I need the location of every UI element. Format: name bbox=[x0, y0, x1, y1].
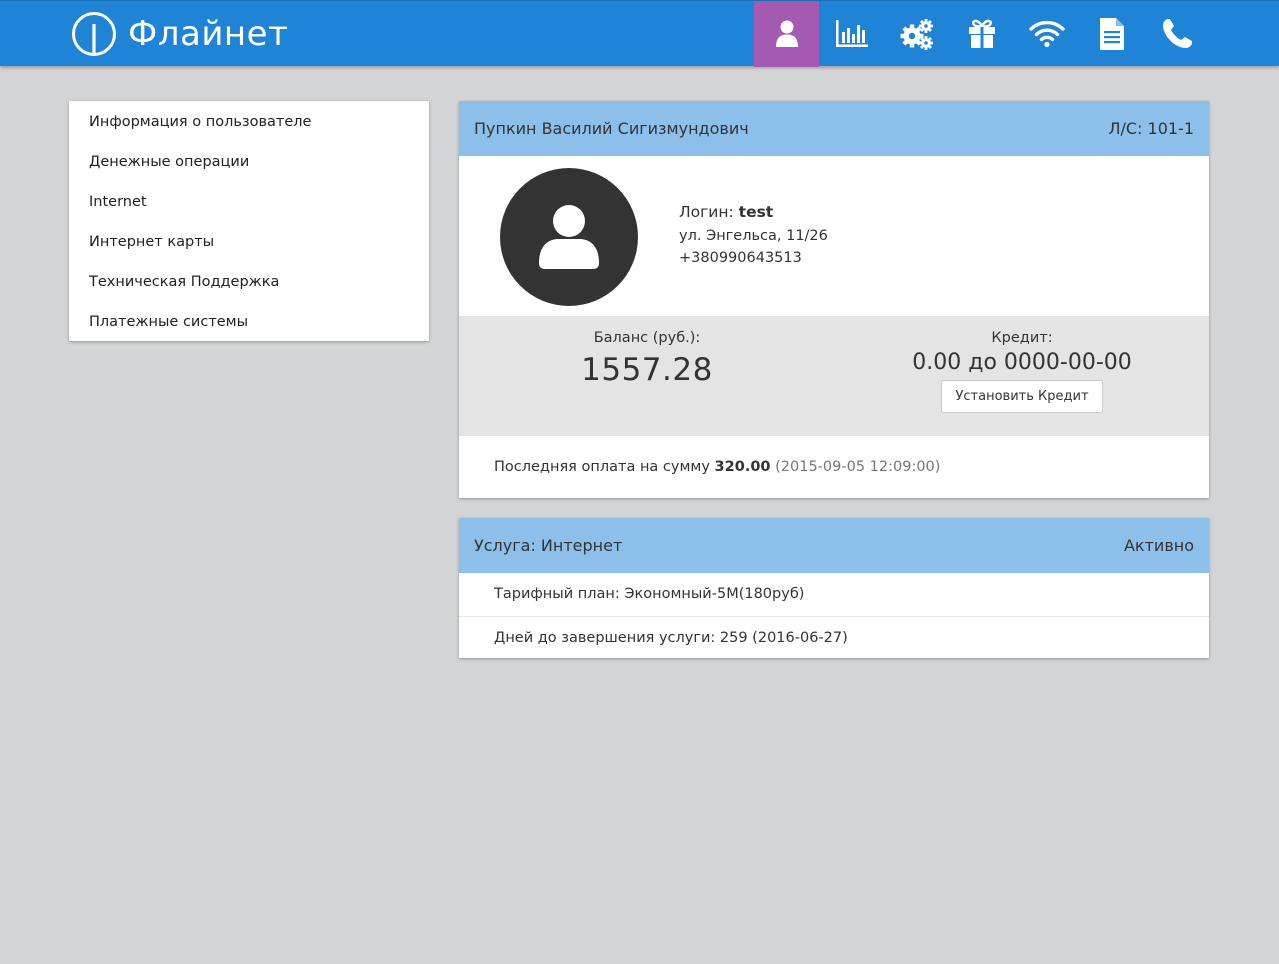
credit-value: 0.00 до 0000-00-00 bbox=[912, 350, 1132, 375]
nav-bonus-button[interactable] bbox=[949, 1, 1014, 67]
login-value: test bbox=[738, 203, 774, 221]
sidebar-item-internet[interactable]: Internet bbox=[69, 183, 429, 223]
brand-name: Флайнет bbox=[128, 14, 289, 54]
set-credit-button[interactable]: Установить Кредит bbox=[941, 380, 1103, 413]
user-card-header: Пупкин Василий Сигизмундович Л/С: 101-1 bbox=[459, 101, 1209, 156]
brand-logo-link[interactable]: Флайнет bbox=[70, 10, 288, 58]
user-full-name: Пупкин Василий Сигизмундович bbox=[474, 119, 749, 138]
nav-contacts-button[interactable] bbox=[1144, 1, 1209, 67]
document-icon bbox=[1099, 18, 1124, 50]
profile-details: Логин: test ул. Энгельса, 11/26 +3809906… bbox=[679, 203, 828, 269]
sidebar-item-payment-systems[interactable]: Платежные системы bbox=[69, 303, 429, 343]
login-label: Логин: bbox=[679, 203, 734, 221]
power-logo-icon bbox=[72, 12, 116, 56]
last-payment-prefix: Последняя оплата на сумму bbox=[494, 459, 710, 475]
sidebar-item-tech-support[interactable]: Техническая Поддержка bbox=[69, 263, 429, 303]
service-title: Услуга: Интернет bbox=[474, 536, 623, 555]
bar-chart-icon bbox=[835, 20, 868, 47]
nav-documents-button[interactable] bbox=[1079, 1, 1144, 67]
top-navbar: Флайнет bbox=[0, 0, 1279, 67]
balance-label: Баланс (руб.): bbox=[593, 330, 701, 346]
service-tariff: Тарифный план: Экономный-5М(180руб) bbox=[494, 586, 805, 602]
user-address: ул. Энгельса, 11/26 bbox=[679, 228, 828, 244]
nav-statistics-button[interactable] bbox=[819, 1, 884, 67]
user-profile: Логин: test ул. Энгельса, 11/26 +3809906… bbox=[459, 156, 1209, 316]
last-payment-date: (2015-09-05 12:09:00) bbox=[775, 459, 941, 475]
gears-icon bbox=[900, 19, 933, 50]
avatar bbox=[500, 168, 638, 306]
sidebar-menu: Информация о пользователе Денежные опера… bbox=[69, 101, 429, 341]
login-line: Логин: test bbox=[679, 203, 828, 221]
user-phone: +380990643513 bbox=[679, 250, 802, 266]
sidebar-item-internet-cards[interactable]: Интернет карты bbox=[69, 223, 429, 263]
user-info-card: Пупкин Василий Сигизмундович Л/С: 101-1 … bbox=[459, 101, 1209, 498]
account-number: Л/С: 101-1 bbox=[1108, 119, 1194, 138]
gift-icon bbox=[968, 19, 995, 48]
balance-block: Баланс (руб.): 1557.28 bbox=[522, 330, 772, 388]
balance-value: 1557.28 bbox=[581, 352, 713, 388]
credit-block: Кредит: 0.00 до 0000-00-00 Установить Кр… bbox=[897, 330, 1147, 413]
user-icon bbox=[775, 20, 798, 47]
service-card: Услуга: Интернет Активно Тарифный план: … bbox=[459, 518, 1209, 658]
service-status-badge: Активно bbox=[1123, 536, 1194, 555]
user-avatar-icon bbox=[539, 205, 599, 269]
service-card-header: Услуга: Интернет Активно bbox=[459, 518, 1209, 573]
wifi-icon bbox=[1028, 20, 1065, 48]
nav-wifi-button[interactable] bbox=[1014, 1, 1079, 67]
balance-section: Баланс (руб.): 1557.28 Кредит: 0.00 до 0… bbox=[459, 316, 1209, 436]
nav-profile-button[interactable] bbox=[754, 1, 819, 67]
last-payment-amount: 320.00 bbox=[714, 459, 771, 475]
last-payment: Последняя оплата на сумму 320.00 (2015-0… bbox=[459, 436, 1209, 498]
sidebar-item-money-operations[interactable]: Денежные операции bbox=[69, 143, 429, 183]
phone-icon bbox=[1162, 19, 1192, 48]
service-days-left: Дней до завершения услуги: 259 (2016-06-… bbox=[459, 616, 1209, 659]
sidebar-item-user-info[interactable]: Информация о пользователе bbox=[69, 103, 429, 143]
top-nav-icons bbox=[754, 1, 1209, 67]
credit-label: Кредит: bbox=[991, 330, 1053, 346]
nav-settings-button[interactable] bbox=[884, 1, 949, 67]
